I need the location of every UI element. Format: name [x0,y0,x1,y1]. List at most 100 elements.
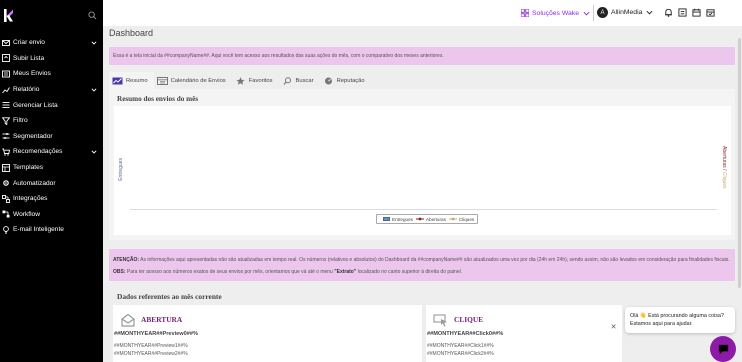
sidebar-item-label: Templates [13,164,44,172]
tab-reputacao[interactable]: Reputação [320,72,371,89]
abertura-card: ABERTURA ##MONTHYEAR##Preview0##% ##MONT… [113,305,422,362]
sidebar-item-label: Integrações [13,195,48,203]
chat-message: Olá 👋 Está procurando alguma coisa? Esta… [630,313,724,327]
month-section-title: Dados referentes ao mês corrente [117,292,222,301]
tab-label: Favoritos [248,77,273,84]
top-bar: Soluções Wake A AllinMedia [103,0,742,26]
envelope-open-icon [121,313,135,327]
info-alert: Essa é a tela inicial da ##companyName##… [109,47,735,65]
template-icon [2,163,10,172]
chart-ylabel-aberturas: Aberturas [721,146,727,168]
summary-panel: Resumo dos envios do mês Entregues Abert… [109,89,735,240]
sidebar-item-filtro[interactable]: Filtro [0,113,103,129]
chat-bubble[interactable]: Olá 👋 Está procurando alguma coisa? Esta… [625,307,735,333]
chart-x-axis [130,209,717,210]
tab-buscar[interactable]: Buscar [279,72,320,89]
legend-aberturas[interactable]: Aberturas [426,217,446,222]
sidebar-item-meus-envios[interactable]: Meus Envios [0,66,103,82]
chat-close-icon[interactable]: ✕ [609,322,618,331]
lightbulb-icon [2,226,10,234]
report-icon [2,86,10,94]
card-headline: ##MONTHYEAR##Click0##% [427,331,504,337]
sidebar-item-segmentador[interactable]: Segmentador [0,129,103,145]
sidebar-item-automatizador[interactable]: Automatizador [0,175,103,191]
sidebar-item-e-mail-inteligente[interactable]: E-mail Inteligente [0,222,103,238]
avatar: A [597,7,608,18]
workflow-icon [2,210,10,218]
tab-resumo[interactable]: Resumo [109,72,154,89]
tab-favoritos[interactable]: Favoritos [232,72,279,89]
grid-icon [521,9,529,17]
chat-launcher-button[interactable] [710,336,736,362]
sidebar-item-label: Workflow [13,210,40,218]
chevron-down-icon [583,11,590,15]
sidebar-item-recomendacoes[interactable]: Recomendações [0,144,103,160]
info-alert-text: Essa é a tela inicial da ##companyName##… [113,53,444,59]
warning-line-1: ATENÇÃO: As informações aqui apresentada… [113,254,731,266]
sidebar-item-label: Recomendações [13,148,63,156]
card-line-1: ##MONTHYEAR##Click1##% [427,343,494,349]
extract-icon[interactable] [678,8,687,17]
filter-icon [2,117,10,125]
star-icon [236,76,245,85]
mail-list-icon [2,70,10,78]
sidebar-item-label: Subir Lista [13,54,45,62]
sidebar-item-gerenciar-lista[interactable]: Gerenciar Lista [0,97,103,113]
sidebar-item-criar-envio[interactable]: Criar envio [0,35,103,51]
sidebar-item-label: E-mail Inteligente [13,226,64,234]
card-title: CLIQUE [454,315,484,324]
bell-icon[interactable] [664,8,673,17]
sidebar-item-relatorio[interactable]: Relatório [0,82,103,98]
app-logo[interactable] [4,9,14,22]
sidebar-item-integracoes[interactable]: Integrações [0,191,103,207]
page-title: Dashboard [109,28,154,38]
tab-label: Reputação [336,77,365,84]
card-line-2: ##MONTHYEAR##Click2##% [427,351,494,357]
search-icon[interactable] [88,11,97,20]
divider [593,5,594,21]
calendar-check-icon[interactable] [706,8,715,17]
legend-swatch-aberturas [415,217,424,221]
warning-alert: ATENÇÃO: As informações aqui apresentada… [109,249,735,281]
summary-chart: Entregues Aberturas / Cliques Entregues … [114,106,731,235]
calendar-icon [156,76,168,85]
line-chart-icon [112,77,123,84]
legend-swatch-cliques [448,217,457,221]
summary-title: Resumo dos envios do mês [117,95,199,103]
gauge-icon [324,77,332,84]
upload-icon [2,54,10,63]
card-line-1: ##MONTHYEAR##Preview1##% [114,343,188,349]
scrollbar[interactable] [738,38,741,288]
warning-text: As informações aqui apresentadas não são… [140,257,730,263]
legend-swatch-entregues [383,217,390,221]
solutions-label: Soluções Wake [532,9,579,17]
warning-label: ATENÇÃO: [113,257,140,263]
obs-label: OBS: [113,269,126,275]
calendar-icon[interactable] [692,8,701,17]
sidebar-item-workflow[interactable]: Workflow [0,207,103,223]
sidebar-item-subir-lista[interactable]: Subir Lista [0,51,103,67]
legend-cliques[interactable]: Cliques [459,217,474,222]
cart-icon [2,148,10,156]
sidebar-item-label: Criar envio [13,39,45,47]
chart-ylabel-left: Entregues [118,158,124,181]
chat-icon [718,344,728,354]
tab-label: Buscar [295,77,314,84]
chevron-down-icon [91,40,97,46]
solutions-dropdown[interactable]: Soluções Wake [521,7,590,19]
card-title: ABERTURA [141,315,183,324]
clique-card: CLIQUE ##MONTHYEAR##Click0##% ##MONTHYEA… [426,305,622,362]
integration-icon [2,194,10,203]
account-menu[interactable]: A AllinMedia [597,6,653,19]
sidebar-item-label: Automatizador [13,179,56,187]
legend-entregues[interactable]: Entregues [392,217,413,222]
chevron-down-icon [91,87,97,93]
obs-extrato: "Extrato" [334,269,357,275]
dashboard-tabs: Resumo Calendário de Envios Favoritos Bu… [109,72,735,89]
cursor-click-icon [433,314,447,327]
tab-calendario[interactable]: Calendário de Envios [154,72,232,89]
sidebar-item-label: Relatório [13,86,40,94]
account-name: AllinMedia [611,9,643,16]
chart-legend: Entregues Aberturas Cliques [376,214,479,224]
sidebar-item-templates[interactable]: Templates [0,160,103,176]
